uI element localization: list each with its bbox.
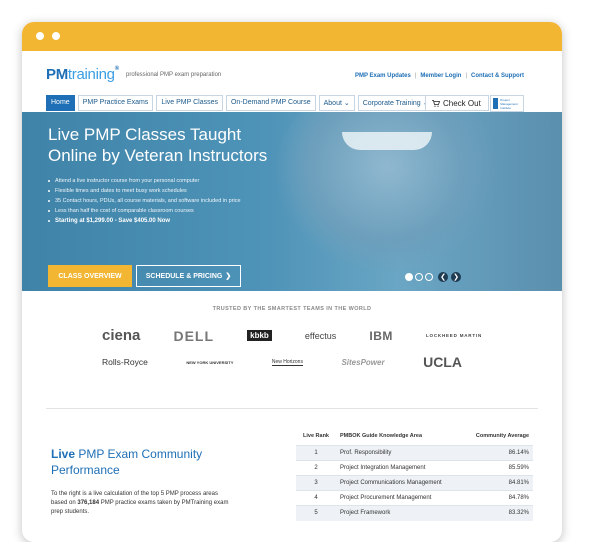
bullet-item: Less than half the cost of comparable cl…: [48, 206, 241, 216]
client-logo-ucla: UCLA: [423, 354, 462, 370]
col-live-rank: Live Rank: [303, 433, 329, 439]
bullet-item: 35 Contact hours, PDUs, all course mater…: [48, 196, 241, 206]
area-cell: Project Integration Management: [336, 460, 463, 476]
table-row: 4 Project Procurement Management 84.78%: [296, 490, 533, 506]
bullet-item: Attend a live instructor course from you…: [48, 176, 241, 186]
main-nav: Home PMP Practice Exams Live PMP Classes…: [46, 95, 434, 111]
hero-title: Live PMP Classes Taught Online by Vetera…: [48, 124, 348, 166]
average-cell: 86.14%: [462, 445, 533, 461]
exam-count: 376,184: [77, 500, 100, 506]
carousel-dot[interactable]: [425, 273, 433, 281]
rank-cell: 1: [296, 445, 336, 461]
logo-training: training: [67, 66, 115, 83]
carousel-next-icon[interactable]: ❯: [451, 272, 461, 282]
schedule-pricing-label: SCHEDULE & PRICING: [145, 272, 223, 280]
carousel-prev-icon[interactable]: ❮: [438, 272, 448, 282]
client-logo-dell: DELL: [173, 327, 215, 344]
logo-reg: ®: [114, 66, 119, 72]
link-contact-support[interactable]: Contact & Support: [471, 73, 524, 79]
area-cell: Project Framework: [336, 505, 463, 521]
table-row: 3 Project Communications Management 84.8…: [296, 475, 533, 491]
link-exam-updates[interactable]: PMP Exam Updates: [355, 73, 411, 79]
separator: |: [414, 73, 417, 79]
carousel-dot[interactable]: [405, 273, 413, 281]
separator: |: [465, 73, 467, 79]
average-cell: 84.78%: [462, 490, 533, 506]
average-cell: 84.81%: [462, 475, 533, 491]
client-logo-ibm: IBM: [369, 328, 393, 343]
nav-live-classes[interactable]: Live PMP Classes: [156, 95, 223, 111]
nav-home[interactable]: Home: [46, 95, 75, 111]
client-logo-ciena: ciena: [102, 327, 141, 344]
link-member-login[interactable]: Member Login: [420, 73, 461, 79]
site-content: PMtraining® professional PMP exam prepar…: [22, 22, 562, 524]
area-cell: Project Procurement Management: [336, 490, 463, 506]
client-logo-lockheed: LOCKHEED MARTIN: [426, 333, 482, 338]
hero-banner: Live PMP Classes Taught Online by Vetera…: [22, 112, 562, 291]
hero-title-line1: Live PMP Classes Taught: [48, 125, 242, 144]
table-row: 5 Project Framework 83.32%: [296, 505, 533, 521]
client-logo-nyu: NEW YORK UNIVERSITY: [186, 359, 234, 365]
checkout-label: Check Out: [443, 98, 481, 108]
client-logo-sitespower: SitesPower: [341, 357, 385, 367]
pmi-badge: Project Management Institute: [490, 95, 524, 112]
col-knowledge-area: PMBOK Guide Knowledge Area: [340, 433, 423, 439]
trusted-heading: TRUSTED BY THE SMARTEST TEAMS IN THE WOR…: [212, 306, 372, 312]
client-logos-row1: ciena DELL kbkb effectus IBM LOCKHEED MA…: [102, 327, 482, 344]
average-cell: 85.59%: [462, 460, 533, 476]
col-community-average: Community Average: [475, 433, 529, 439]
area-cell: Prof. Responsibility: [336, 445, 463, 461]
area-cell: Project Communications Management: [336, 475, 463, 491]
community-description: To the right is a live calculation of th…: [51, 490, 231, 517]
hero-bullets: Attend a live instructor course from you…: [48, 176, 241, 226]
hero-photo-detail: [342, 132, 432, 150]
client-logo-effectus: effectus: [304, 330, 337, 341]
client-logo-kbkb: kbkb: [247, 330, 272, 341]
site-logo[interactable]: PMtraining®: [46, 66, 119, 83]
top-links: PMP Exam Updates | Member Login | Contac…: [355, 73, 524, 79]
pmi-logo-icon: [493, 98, 499, 109]
community-title: Live PMP Exam Community Performance: [51, 446, 251, 478]
nav-on-demand[interactable]: On-Demand PMP Course: [225, 95, 316, 111]
carousel-dot[interactable]: [415, 273, 423, 281]
title-live: Live: [51, 447, 76, 461]
table-header-row: Live Rank PMBOK Guide Knowledge Area Com…: [296, 433, 533, 446]
table-row: 2 Project Integration Management 85.59%: [296, 460, 533, 476]
chevron-right-icon: ❯: [225, 273, 232, 280]
class-overview-button[interactable]: CLASS OVERVIEW: [48, 265, 132, 287]
rank-cell: 4: [296, 490, 336, 506]
pmi-text: Project Management Institute: [500, 97, 518, 110]
hero-title-line2: Online by Veteran Instructors: [48, 146, 268, 165]
tagline: professional PMP exam preparation: [126, 72, 222, 78]
client-logo-new-horizons: New Horizons: [271, 358, 303, 366]
logo-pm: PM: [46, 66, 68, 83]
section-divider: [46, 408, 538, 409]
average-cell: 83.32%: [462, 505, 533, 521]
cart-icon: [432, 99, 440, 107]
rank-cell: 3: [296, 475, 336, 491]
price-bullet: Starting at $1,299.00 - Save $405.00 Now: [48, 216, 241, 226]
carousel-controls: ❮ ❯: [405, 272, 461, 282]
client-logos-row2: Rolls-Royce NEW YORK UNIVERSITY New Hori…: [102, 354, 462, 370]
rank-cell: 2: [296, 460, 336, 476]
table-row: 1 Prof. Responsibility 86.14%: [296, 445, 533, 461]
checkout-button[interactable]: Check Out: [425, 95, 489, 111]
nav-corporate[interactable]: Corporate Training ⌄: [357, 95, 434, 111]
client-logo-rolls-royce: Rolls-Royce: [102, 357, 148, 367]
schedule-pricing-button[interactable]: SCHEDULE & PRICING ❯: [136, 265, 241, 287]
nav-practice-exams[interactable]: PMP Practice Exams: [77, 95, 154, 111]
nav-about[interactable]: About ⌄: [318, 95, 355, 111]
bullet-item: Flexible times and dates to meet busy wo…: [48, 186, 241, 196]
rank-cell: 5: [296, 505, 336, 521]
rank-table: Live Rank PMBOK Guide Knowledge Area Com…: [296, 433, 533, 521]
